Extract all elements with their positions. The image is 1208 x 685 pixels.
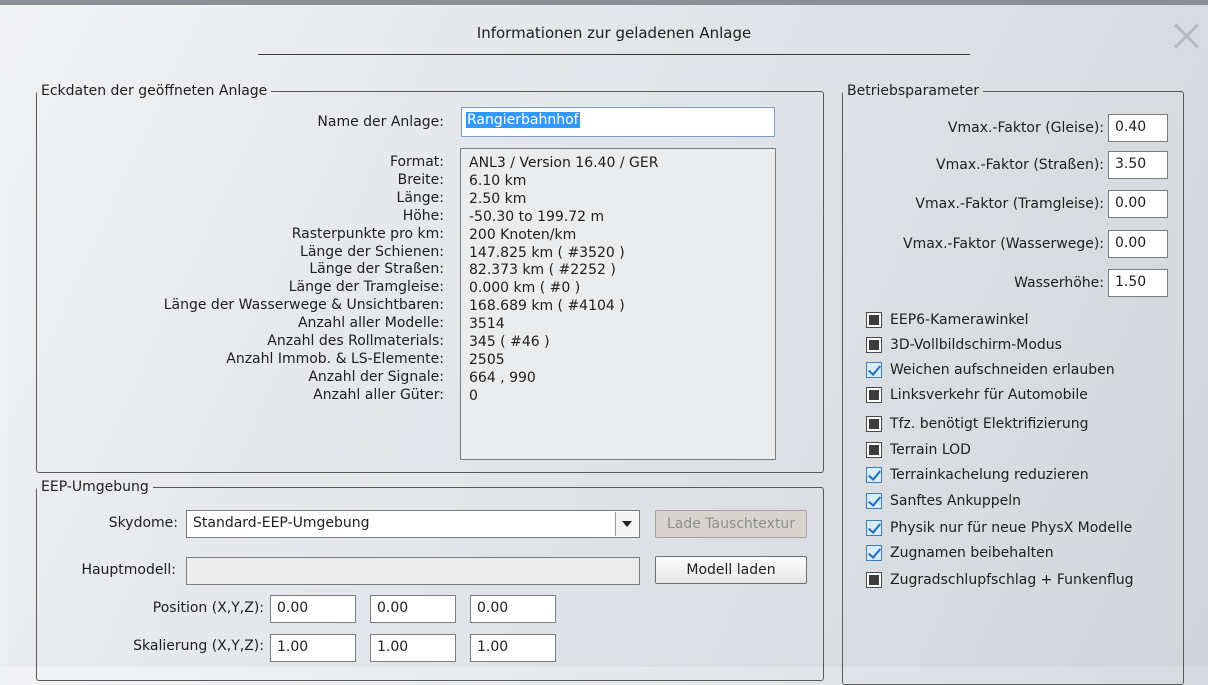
modell-laden-button[interactable]: Modell laden [655, 556, 807, 584]
param-label-wasserwege: Vmax.-Faktor (Wasserwege): [903, 236, 1104, 252]
checkbox-label: EEP6-Kamerawinkel [890, 312, 1029, 328]
info-value: -50.30 to 199.72 m [469, 208, 605, 225]
info-label: Format: [389, 154, 444, 170]
close-icon[interactable] [1170, 20, 1202, 52]
info-value: 168.689 km ( #4104 ) [469, 298, 625, 315]
name-value: Rangierbahnhof [466, 112, 580, 128]
betriebsparameter-legend: Betriebsparameter [847, 83, 980, 99]
checkbox[interactable] [866, 416, 882, 432]
checkbox[interactable] [866, 362, 882, 378]
info-labels: Format: Breite: Länge: Höhe: Rasterpunkt… [60, 154, 444, 405]
info-value: 200 Knoten/km [469, 226, 577, 243]
skalierung-z-field[interactable]: 1.00 [470, 634, 556, 662]
info-label: Anzahl des Rollmaterials: [267, 333, 444, 350]
info-label: Anzahl aller Modelle: [297, 315, 444, 332]
info-label: Anzahl Immob. & LS-Elemente: [226, 350, 444, 367]
checkbox[interactable] [866, 387, 882, 403]
checkbox-label: Physik nur für neue PhysX Modelle [890, 520, 1133, 536]
param-field-gleise[interactable]: 0.40 [1108, 114, 1168, 142]
info-value: 2.50 km [469, 190, 527, 207]
checkbox-label: Weichen aufschneiden erlauben [890, 362, 1115, 378]
checkbox-label: Sanftes Ankuppeln [890, 493, 1022, 509]
info-label: Länge der Wasserwege & Unsichtbaren: [163, 297, 444, 314]
position-label: Position (X,Y,Z): [152, 600, 264, 616]
checkbox[interactable] [866, 312, 882, 328]
info-label: Höhe: [402, 207, 444, 224]
param-label-gleise: Vmax.-Faktor (Gleise): [947, 120, 1104, 136]
info-label: Länge: [396, 189, 444, 206]
position-x-field[interactable]: 0.00 [270, 595, 356, 623]
checkbox[interactable] [866, 520, 882, 536]
checkbox[interactable] [866, 572, 882, 588]
info-value: 345 ( #46 ) [469, 334, 550, 351]
param-label-strassen: Vmax.-Faktor (Straßen): [936, 157, 1104, 173]
checkbox-label: 3D-Vollbildschirm-Modus [890, 337, 1062, 353]
param-label-wasserhoehe: Wasserhöhe: [1014, 275, 1104, 291]
checkbox-label: Tfz. benötigt Elektrifizierung [890, 416, 1089, 432]
lade-tauschtextur-button[interactable]: Lade Tauschtextur [655, 510, 807, 538]
info-label: Länge der Schienen: [300, 243, 444, 260]
skydome-select[interactable]: Standard-EEP-Umgebung [186, 510, 640, 538]
param-field-strassen[interactable]: 3.50 [1108, 151, 1168, 179]
eep-umgebung-legend: EEP-Umgebung [41, 479, 149, 495]
skalierung-y-field[interactable]: 1.00 [370, 634, 456, 662]
hauptmodell-field[interactable] [186, 557, 640, 585]
skalierung-x-field[interactable]: 1.00 [270, 634, 356, 662]
skydome-label: Skydome: [108, 515, 178, 531]
info-label: Rasterpunkte pro km: [291, 225, 444, 242]
info-value: 0 [469, 387, 478, 404]
checkbox[interactable] [866, 493, 882, 509]
skalierung-label: Skalierung (X,Y,Z): [133, 638, 264, 654]
skydome-value: Standard-EEP-Umgebung [193, 515, 370, 531]
checkbox-label: Zugradschlupfschlag + Funkenflug [890, 572, 1134, 588]
hauptmodell-label: Hauptmodell: [81, 562, 176, 578]
info-value: 664 , 990 [469, 369, 536, 386]
info-label: Länge der Tramgleise: [288, 279, 444, 296]
info-label: Länge der Straßen: [309, 261, 444, 278]
info-label: Anzahl aller Güter: [313, 386, 444, 403]
info-values-box[interactable]: ANL3 / Version 16.40 / GER 6.10 km 2.50 … [460, 148, 776, 460]
param-field-wasserhoehe[interactable]: 1.50 [1108, 269, 1168, 297]
window-top-edge [0, 0, 1208, 5]
info-value: ANL3 / Version 16.40 / GER [469, 155, 659, 171]
checkbox-label: Terrain LOD [890, 442, 971, 458]
param-label-tramgleise: Vmax.-Faktor (Tramgleise): [915, 196, 1104, 212]
info-value: 147.825 km ( #3520 ) [469, 244, 625, 261]
info-label: Anzahl der Signale: [308, 368, 444, 385]
checkbox[interactable] [866, 337, 882, 353]
dialog-title: Informationen zur geladenen Anlage [258, 24, 970, 55]
checkbox-label: Linksverkehr für Automobile [890, 387, 1088, 403]
info-value: 82.373 km ( #2252 ) [469, 262, 616, 279]
info-value: 6.10 km [469, 172, 527, 189]
checkbox[interactable] [866, 442, 882, 458]
name-input[interactable]: Rangierbahnhof [461, 107, 775, 137]
chevron-down-icon[interactable] [615, 512, 638, 536]
checkbox-label: Zugnamen beibehalten [890, 545, 1054, 561]
eckdaten-legend: Eckdaten der geöffneten Anlage [41, 83, 268, 99]
position-y-field[interactable]: 0.00 [370, 595, 456, 623]
param-field-wasserwege[interactable]: 0.00 [1108, 230, 1168, 258]
info-value: 0.000 km ( #0 ) [469, 280, 581, 297]
position-z-field[interactable]: 0.00 [470, 595, 556, 623]
info-label: Breite: [397, 171, 444, 188]
checkbox[interactable] [866, 467, 882, 483]
checkbox-label: Terrainkachelung reduzieren [890, 467, 1089, 483]
info-value: 3514 [469, 316, 505, 333]
name-label: Name der Anlage: [317, 114, 444, 130]
checkbox[interactable] [866, 545, 882, 561]
param-field-tramgleise[interactable]: 0.00 [1108, 190, 1168, 218]
info-value: 2505 [469, 351, 505, 368]
